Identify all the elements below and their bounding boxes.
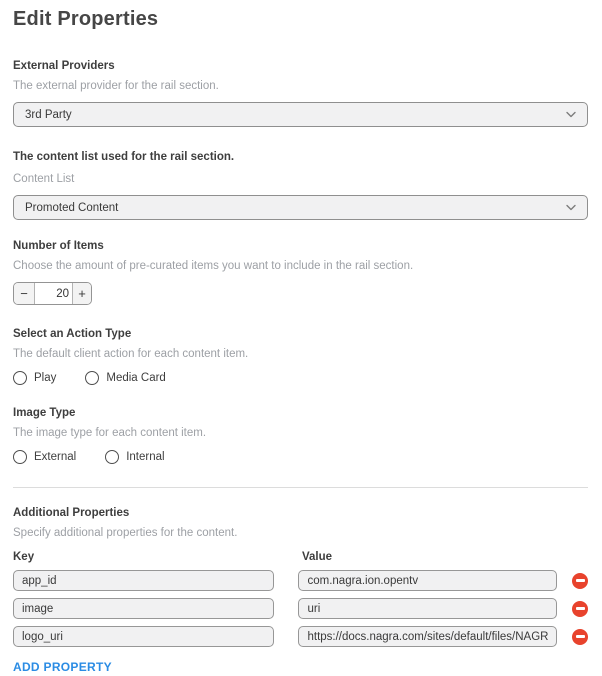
external-providers-description: The external provider for the rail secti… [13, 80, 588, 93]
page-title: Edit Properties [13, 8, 588, 31]
image-type-label: Image Type [13, 407, 588, 420]
property-row [13, 598, 588, 619]
external-provider-select[interactable]: 3rd Party [13, 102, 588, 127]
chevron-down-icon [566, 111, 576, 118]
remove-circle-icon[interactable] [572, 573, 588, 589]
action-type-radio-group: Play Media Card [13, 371, 588, 385]
add-property-button[interactable]: ADD PROPERTY [13, 660, 112, 674]
section-additional-properties: Additional Properties Specify additional… [13, 507, 588, 676]
increment-button[interactable]: + [72, 283, 91, 304]
value-column-header: Value [302, 551, 564, 563]
minus-icon: − [20, 286, 28, 301]
radio-option-external[interactable]: External [13, 450, 76, 464]
content-list-select[interactable]: Promoted Content [13, 195, 588, 220]
property-row [13, 626, 588, 647]
edit-properties-panel: Edit Properties External Providers The e… [0, 0, 602, 676]
external-providers-label: External Providers [13, 60, 588, 73]
external-provider-selected-value: 3rd Party [25, 109, 72, 121]
property-key-input[interactable] [13, 570, 274, 591]
remove-circle-icon[interactable] [572, 629, 588, 645]
number-of-items-description: Choose the amount of pre-curated items y… [13, 260, 588, 273]
section-action-type: Select an Action Type The default client… [13, 328, 588, 385]
key-column-header: Key [13, 551, 302, 563]
property-row [13, 570, 588, 591]
radio-icon [13, 371, 27, 385]
number-of-items-label: Number of Items [13, 240, 588, 253]
radio-option-media-card[interactable]: Media Card [85, 371, 165, 385]
property-value-input[interactable] [298, 598, 557, 619]
decrement-button[interactable]: − [14, 283, 35, 304]
property-key-input[interactable] [13, 598, 274, 619]
radio-option-play[interactable]: Play [13, 371, 56, 385]
image-type-radio-group: External Internal [13, 450, 588, 464]
action-type-description: The default client action for each conte… [13, 348, 588, 361]
section-external-providers: External Providers The external provider… [13, 60, 588, 127]
section-divider [13, 487, 588, 488]
section-number-of-items: Number of Items Choose the amount of pre… [13, 240, 588, 305]
image-type-description: The image type for each content item. [13, 427, 588, 440]
property-key-input[interactable] [13, 626, 274, 647]
radio-label: Media Card [106, 372, 165, 384]
property-value-input[interactable] [298, 626, 557, 647]
chevron-down-icon [566, 204, 576, 211]
radio-label: Play [34, 372, 56, 384]
radio-option-internal[interactable]: Internal [105, 450, 164, 464]
section-content-list: The content list used for the rail secti… [13, 151, 588, 220]
radio-icon [105, 450, 119, 464]
kv-table-headers: Key Value [13, 551, 588, 563]
radio-label: Internal [126, 451, 164, 463]
action-type-label: Select an Action Type [13, 328, 588, 341]
content-list-label: Content List [13, 173, 588, 186]
quantity-value[interactable]: 20 [35, 283, 72, 304]
property-value-input[interactable] [298, 570, 557, 591]
remove-circle-icon[interactable] [572, 601, 588, 617]
radio-icon [13, 450, 27, 464]
additional-properties-description: Specify additional properties for the co… [13, 527, 588, 540]
content-list-section-label: The content list used for the rail secti… [13, 151, 588, 164]
radio-icon [85, 371, 99, 385]
quantity-stepper: − 20 + [13, 282, 92, 305]
plus-icon: + [78, 286, 86, 301]
content-list-selected-value: Promoted Content [25, 202, 118, 214]
radio-label: External [34, 451, 76, 463]
additional-properties-label: Additional Properties [13, 507, 588, 520]
section-image-type: Image Type The image type for each conte… [13, 407, 588, 464]
